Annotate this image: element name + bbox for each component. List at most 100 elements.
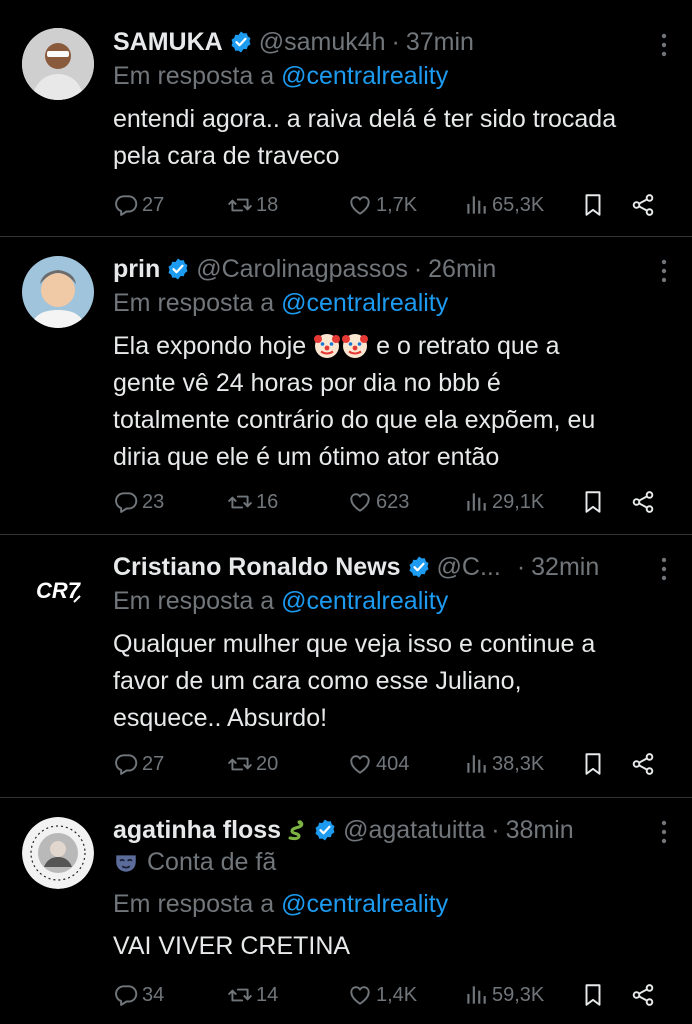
- retweet-count: 20: [256, 752, 279, 775]
- tweet-text: Ela expondo hoje e o retrato que a gente…: [113, 328, 672, 476]
- share-button[interactable]: [630, 747, 659, 781]
- display-name[interactable]: SAMUKA: [113, 28, 223, 57]
- bookmark-button[interactable]: [580, 485, 609, 519]
- views-button[interactable]: 38,3K: [463, 747, 544, 781]
- retweet-button[interactable]: 18: [227, 188, 278, 222]
- reply-count: 27: [142, 752, 165, 775]
- action-bar: 27 20 404 38,3K: [113, 747, 672, 781]
- reply-mention-link[interactable]: @centralreality: [281, 62, 448, 90]
- like-button[interactable]: 1,4K: [347, 978, 417, 1012]
- views-count: 59,3K: [492, 983, 545, 1006]
- reply-icon: [113, 192, 139, 218]
- handle[interactable]: @samuk4h: [259, 28, 386, 57]
- more-options-icon[interactable]: [658, 818, 670, 846]
- tweet-text: Qualquer mulher que veja isso e continue…: [113, 626, 672, 737]
- avatar[interactable]: [22, 28, 94, 100]
- timestamp[interactable]: 38min: [506, 816, 574, 845]
- like-count: 623: [376, 490, 410, 513]
- tweet-text-line: entendi agora.. a raiva delá é ter sido …: [113, 105, 617, 133]
- tweet[interactable]: SAMUKA @samuk4h · 37min Em resposta a @c…: [0, 0, 692, 236]
- reply-prefix: Em resposta a: [113, 890, 275, 918]
- handle[interactable]: @agatatuitta: [343, 816, 485, 845]
- verified-icon: [166, 257, 190, 281]
- reply-button[interactable]: 27: [113, 188, 164, 222]
- views-button[interactable]: 59,3K: [463, 978, 544, 1012]
- retweet-icon: [227, 192, 253, 218]
- retweet-icon: [227, 489, 253, 515]
- like-button[interactable]: 623: [347, 485, 409, 519]
- reply-context: Em resposta a @centralreality: [113, 890, 448, 919]
- tweet-text-line: pela cara de traveco: [113, 142, 340, 170]
- snake-icon: [283, 818, 307, 842]
- separator-dot: ·: [413, 254, 423, 283]
- timestamp[interactable]: 26min: [428, 255, 496, 284]
- timestamp[interactable]: 37min: [406, 28, 474, 57]
- tweet-text-line: favor de um cara como esse Juliano,: [113, 667, 522, 695]
- avatar[interactable]: CR7: [22, 554, 94, 626]
- display-name[interactable]: prin: [113, 255, 160, 284]
- tweet-text-fragment: Ela expondo hoje: [113, 332, 307, 360]
- retweet-count: 16: [256, 490, 279, 513]
- tweet-text-line: gente vê 24 horas por dia no bbb é: [113, 369, 501, 397]
- views-button[interactable]: 65,3K: [463, 188, 544, 222]
- tweet-text-line: VAI VIVER CRETINA: [113, 932, 351, 960]
- action-bar: 27 18 1,7K 65,3K: [113, 188, 672, 222]
- more-options-icon[interactable]: [658, 31, 670, 59]
- handle[interactable]: @C...: [437, 553, 501, 582]
- retweet-icon: [227, 751, 253, 777]
- more-options-icon[interactable]: [658, 555, 670, 583]
- retweet-button[interactable]: 16: [227, 485, 278, 519]
- views-button[interactable]: 29,1K: [463, 485, 544, 519]
- reply-icon: [113, 751, 139, 777]
- verified-icon: [229, 30, 253, 54]
- tweet-text-line: Qualquer mulher que veja isso e continue…: [113, 630, 596, 658]
- clown-face-icon: [313, 331, 341, 359]
- share-icon: [630, 489, 656, 515]
- display-name[interactable]: Cristiano Ronaldo News: [113, 553, 401, 582]
- bookmark-button[interactable]: [580, 978, 609, 1012]
- reply-button[interactable]: 34: [113, 978, 164, 1012]
- reply-prefix: Em resposta a: [113, 587, 275, 615]
- share-button[interactable]: [630, 978, 659, 1012]
- retweet-button[interactable]: 20: [227, 747, 278, 781]
- retweet-button[interactable]: 14: [227, 978, 278, 1012]
- reply-mention-link[interactable]: @centralreality: [281, 890, 448, 918]
- retweet-icon: [227, 982, 253, 1008]
- display-name[interactable]: agatinha floss: [113, 816, 281, 845]
- handle[interactable]: @Carolinagpassos: [196, 255, 408, 284]
- like-button[interactable]: 1,7K: [347, 188, 417, 222]
- bookmark-button[interactable]: [580, 188, 609, 222]
- like-button[interactable]: 404: [347, 747, 409, 781]
- fan-account-label: Conta de fã: [113, 848, 276, 877]
- avatar-logo-text: CR7: [36, 578, 82, 603]
- share-icon: [630, 192, 656, 218]
- heart-icon: [347, 982, 373, 1008]
- reply-icon: [113, 982, 139, 1008]
- reply-count: 34: [142, 983, 165, 1006]
- separator-dot: ·: [491, 815, 500, 844]
- reply-button[interactable]: 27: [113, 747, 164, 781]
- avatar[interactable]: [22, 256, 94, 328]
- tweet-text: VAI VIVER CRETINA: [113, 928, 672, 965]
- tweet[interactable]: agatinha floss @agatatuitta · 38min Cont…: [0, 798, 692, 1024]
- avatar[interactable]: [22, 817, 94, 889]
- bookmark-button[interactable]: [580, 747, 609, 781]
- tweet[interactable]: CR7 Cristiano Ronaldo News @C... · 32min…: [0, 535, 692, 797]
- share-button[interactable]: [630, 485, 659, 519]
- reply-count: 27: [142, 193, 165, 216]
- reply-mention-link[interactable]: @centralreality: [281, 289, 448, 317]
- timestamp[interactable]: 32min: [531, 553, 599, 582]
- more-options-icon[interactable]: [658, 257, 670, 285]
- tweet-text: entendi agora.. a raiva delá é ter sido …: [113, 101, 672, 175]
- action-bar: 34 14 1,4K 59,3K: [113, 978, 672, 1012]
- views-icon: [463, 489, 489, 515]
- tweet[interactable]: prin @Carolinagpassos · 26min Em respost…: [0, 237, 692, 534]
- views-count: 38,3K: [492, 752, 545, 775]
- share-button[interactable]: [630, 188, 659, 222]
- action-bar: 23 16 623 29,1K: [113, 485, 672, 519]
- reply-button[interactable]: 23: [113, 485, 164, 519]
- reply-context: Em resposta a @centralreality: [113, 62, 448, 91]
- reply-mention-link[interactable]: @centralreality: [281, 587, 448, 615]
- views-icon: [463, 192, 489, 218]
- views-count: 29,1K: [492, 490, 545, 513]
